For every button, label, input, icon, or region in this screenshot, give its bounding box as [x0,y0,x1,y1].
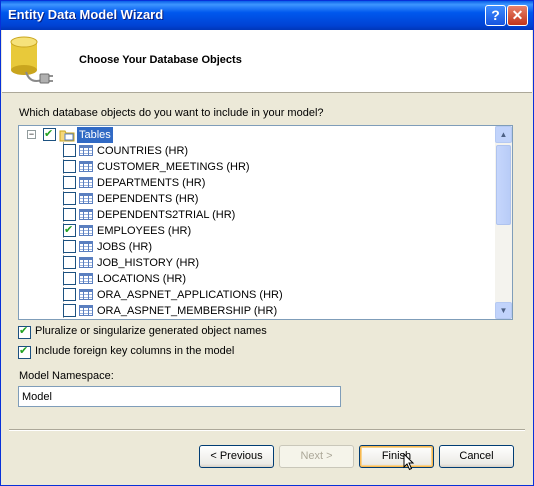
cancel-button[interactable]: Cancel [439,445,514,468]
table-checkbox[interactable] [63,208,76,221]
tree-root-tables[interactable]: Tables [43,126,163,143]
table-icon [79,241,93,252]
table-checkbox[interactable] [63,288,76,301]
table-label: JOB_HISTORY (HR) [97,257,200,269]
table-icon [79,193,93,204]
pluralize-label: Pluralize or singularize generated objec… [35,325,267,337]
collapse-toggle[interactable]: − [27,130,36,139]
tree-item[interactable]: CUSTOMER_MEETINGS (HR) [63,159,363,175]
tree-item[interactable]: DEPENDENTS2TRIAL (HR) [63,207,363,223]
tree-item[interactable]: COUNTRIES (HR) [63,143,363,159]
finish-button[interactable]: Finish [359,445,434,468]
table-label: DEPARTMENTS (HR) [97,177,206,189]
table-icon [79,305,93,316]
close-button[interactable]: ✕ [507,5,528,26]
scroll-down-button[interactable]: ▼ [495,302,512,319]
wizard-window: Entity Data Model Wizard ? ✕ Choose Your… [0,0,534,486]
scroll-thumb[interactable] [496,145,511,225]
table-icon [79,273,93,284]
tables-folder-icon [59,130,75,142]
table-icon [79,209,93,220]
tables-label: Tables [77,127,113,143]
table-checkbox[interactable] [63,272,76,285]
tables-checkbox[interactable] [43,126,56,142]
table-icon [79,225,93,236]
table-checkbox[interactable] [63,176,76,189]
window-title: Entity Data Model Wizard [8,7,164,22]
table-label: ORA_ASPNET_APPLICATIONS (HR) [97,289,283,301]
table-icon [79,145,93,156]
table-checkbox[interactable] [63,222,76,238]
foreign-keys-option[interactable]: Include foreign key columns in the model [18,344,248,361]
objects-prompt: Which database objects do you want to in… [19,107,324,119]
previous-button[interactable]: < Previous [199,445,274,468]
tree-item[interactable]: ORA_ASPNET_APPLICATIONS (HR) [63,287,363,303]
table-checkbox[interactable] [63,160,76,173]
tree-item[interactable]: ORA_ASPNET_MEMBERSHIP (HR) [63,303,363,319]
table-checkbox[interactable] [63,256,76,269]
tree-item[interactable]: LOCATIONS (HR) [63,271,363,287]
pluralize-option[interactable]: Pluralize or singularize generated objec… [18,324,278,341]
table-icon [79,257,93,268]
next-button[interactable]: Next > [279,445,354,468]
table-label: EMPLOYEES (HR) [97,225,192,237]
foreign-keys-label: Include foreign key columns in the model [35,345,235,357]
table-label: COUNTRIES (HR) [97,145,189,157]
scroll-up-button[interactable]: ▲ [495,126,512,143]
table-icon [79,177,93,188]
tree-item[interactable]: JOB_HISTORY (HR) [63,255,363,271]
tree-item[interactable]: JOBS (HR) [63,239,363,255]
button-separator [9,429,525,431]
tree-item[interactable]: DEPENDENTS (HR) [63,191,363,207]
help-button[interactable]: ? [485,5,506,26]
table-checkbox[interactable] [63,192,76,205]
table-icon [79,161,93,172]
table-label: ORA_ASPNET_MEMBERSHIP (HR) [97,305,278,317]
database-plug-icon [10,36,53,84]
title-bar[interactable]: Entity Data Model Wizard ? ✕ [1,1,533,30]
table-checkbox[interactable] [63,144,76,157]
pluralize-checkbox[interactable] [18,324,31,339]
table-label: DEPENDENTS2TRIAL (HR) [97,209,236,221]
table-icon [79,289,93,300]
table-label: JOBS (HR) [97,241,152,253]
table-label: DEPENDENTS (HR) [97,193,199,205]
wizard-header: Choose Your Database Objects [2,30,532,93]
table-label: LOCATIONS (HR) [97,273,187,285]
table-checkbox[interactable] [63,304,76,317]
namespace-label: Model Namespace: [19,370,114,382]
page-title: Choose Your Database Objects [79,54,242,66]
namespace-input[interactable] [18,386,341,407]
mouse-cursor-icon [403,453,415,471]
tree-item[interactable]: DEPARTMENTS (HR) [63,175,363,191]
tree-item[interactable]: EMPLOYEES (HR) [63,222,363,239]
foreign-keys-checkbox[interactable] [18,344,31,359]
tree-scrollbar[interactable]: ▲ ▼ [495,126,512,319]
database-objects-tree[interactable]: − Tables COUNTRIES (HR) CUSTOMER_MEETINGS… [18,125,513,320]
table-checkbox[interactable] [63,240,76,253]
table-label: CUSTOMER_MEETINGS (HR) [97,161,250,173]
